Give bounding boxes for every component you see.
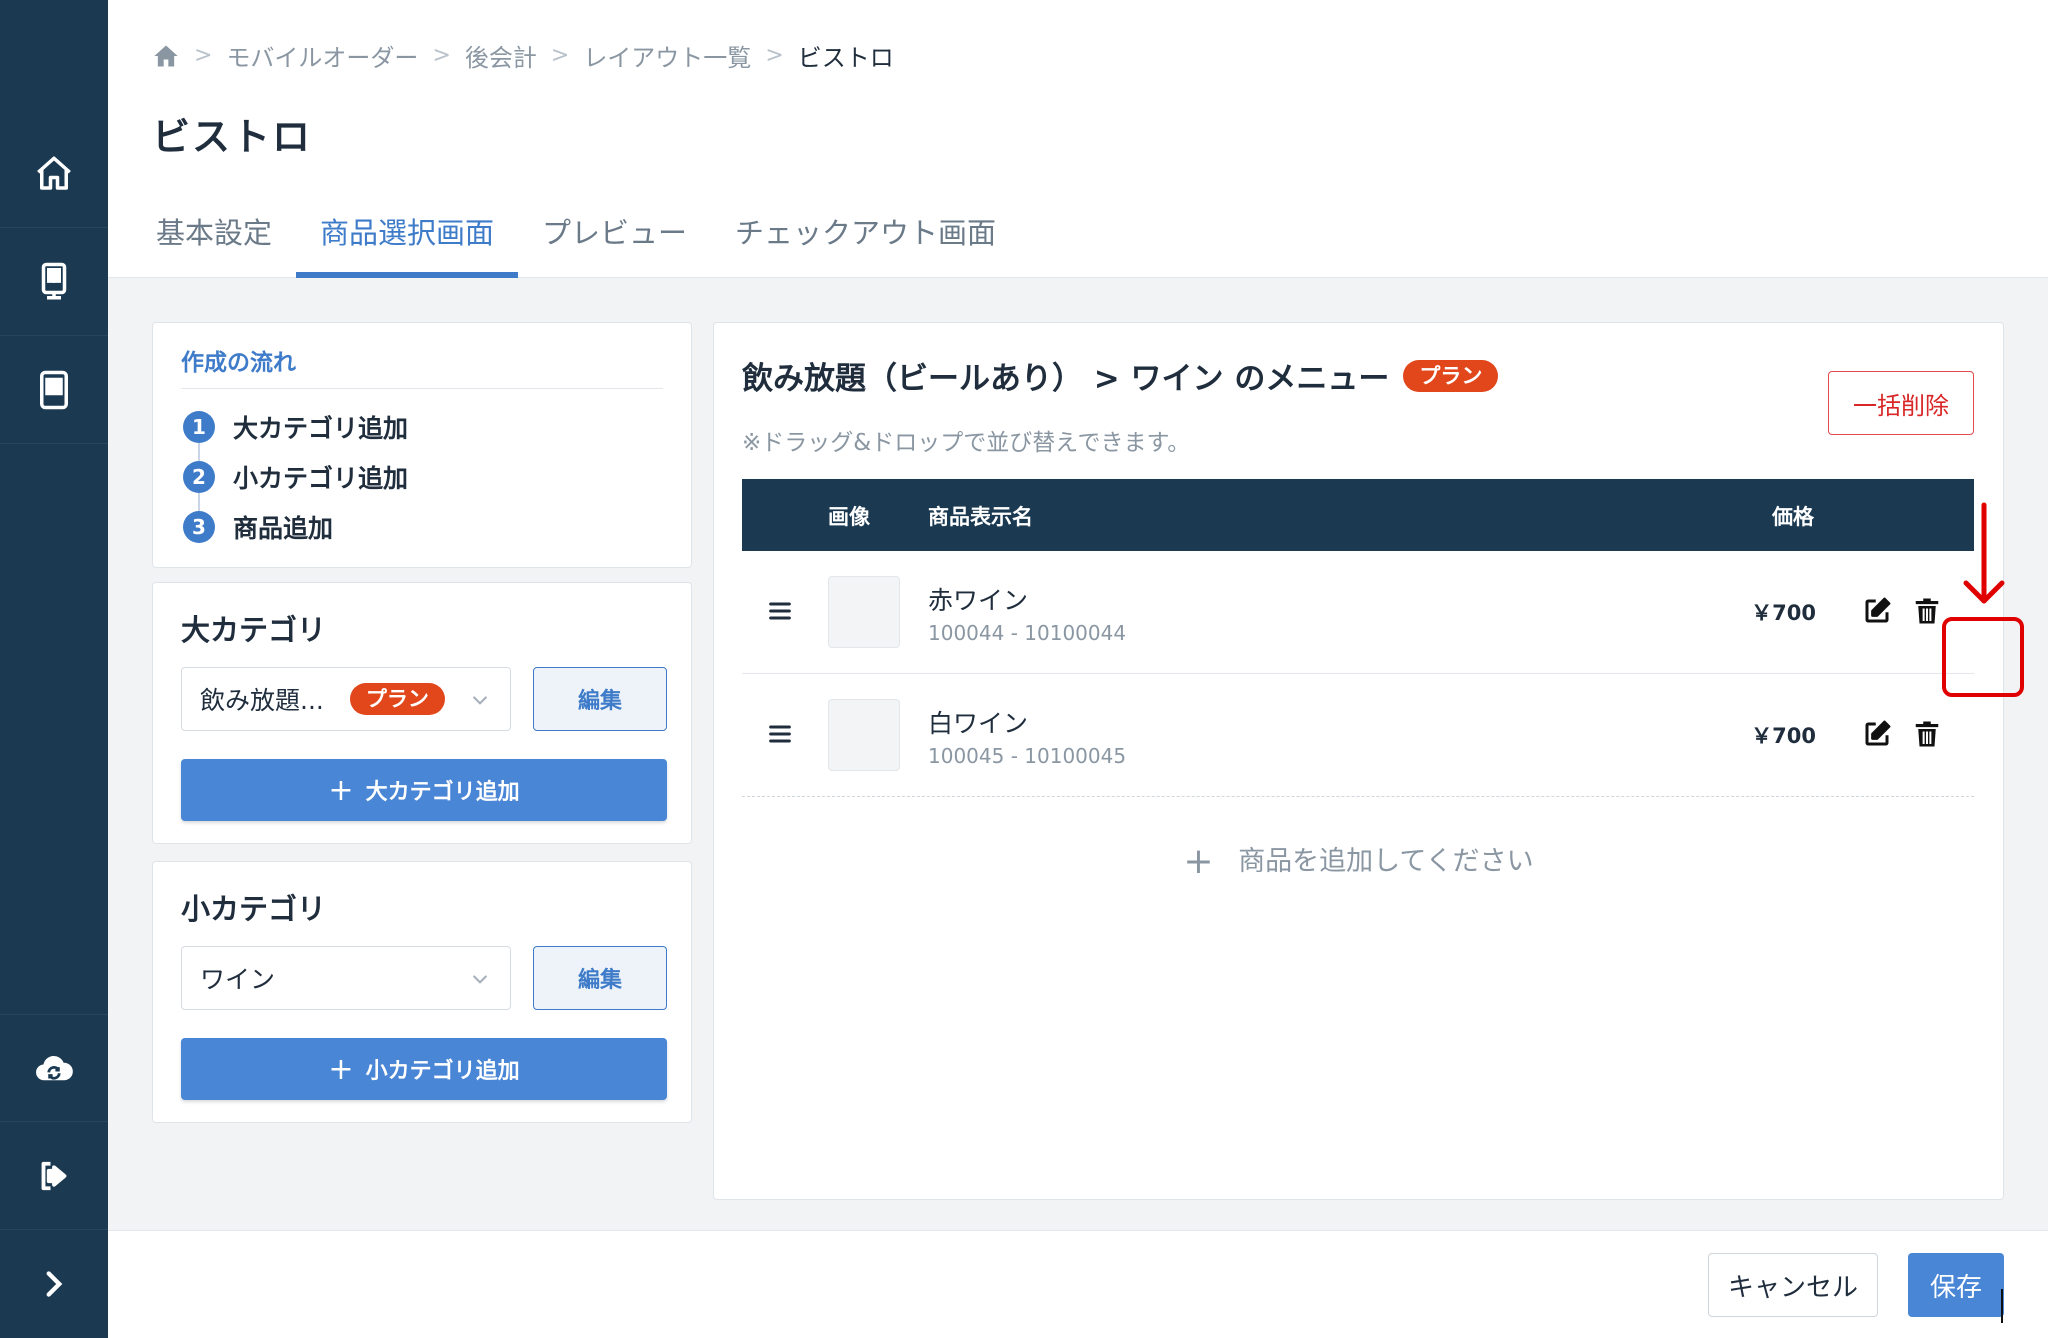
flow-step: 1 大カテゴリ追加	[183, 409, 408, 445]
minor-category-select[interactable]: ワイン	[181, 946, 511, 1010]
trash-icon	[1915, 721, 1939, 747]
table-header: 画像 商品表示名 価格	[742, 479, 1974, 551]
cloud-sync-icon	[36, 1055, 73, 1081]
tab-preview[interactable]: プレビュー	[518, 206, 711, 278]
minor-category-title: 小カテゴリ	[181, 892, 327, 926]
chevron-down-icon	[473, 696, 487, 705]
chevron-down-icon	[473, 975, 487, 984]
delete-item-button[interactable]	[1908, 592, 1946, 630]
drag-hint: ※ドラッグ&ドロップで並び替えできます。	[742, 430, 1191, 456]
major-category-select[interactable]: 飲み放題... プラン	[181, 667, 511, 731]
breadcrumb-separator: >	[550, 43, 570, 68]
tablet-icon	[40, 370, 68, 409]
home-icon	[37, 156, 71, 190]
tab-bar: 基本設定 商品選択画面 プレビュー チェックアウト画面	[132, 206, 1020, 278]
chevron-right-icon	[46, 1271, 63, 1297]
breadcrumb-separator: >	[765, 43, 784, 68]
cancel-button[interactable]: キャンセル	[1708, 1253, 1878, 1317]
breadcrumb-separator: >	[194, 43, 213, 68]
major-category-card: 大カテゴリ 飲み放題... プラン 編集 + 大カテゴリ追加	[152, 582, 692, 844]
minor-category-edit-button[interactable]: 編集	[533, 946, 667, 1010]
tab-checkout[interactable]: チェックアウト画面	[711, 206, 1020, 278]
menu-card: 飲み放題（ビールあり） > ワイン のメニュー プラン ※ドラッグ&ドロップで並…	[713, 322, 2024, 1200]
major-category-title: 大カテゴリ	[181, 613, 327, 647]
divider	[181, 388, 663, 389]
sidebar-kiosk-button[interactable]	[0, 228, 108, 336]
page-header: > モバイルオーダー > 後会計 > レイアウト一覧 > ビストロ ビストロ 基…	[108, 0, 2048, 278]
product-price: ￥700	[1751, 601, 1816, 625]
product-code: 100045 - 10100045	[928, 744, 1127, 768]
tab-basic-settings[interactable]: 基本設定	[132, 206, 296, 278]
product-name: 赤ワイン	[928, 586, 1029, 615]
sidebar-home-button[interactable]	[0, 120, 108, 228]
major-category-edit-button[interactable]: 編集	[533, 667, 667, 731]
home-icon[interactable]	[152, 42, 180, 70]
minor-category-card: 小カテゴリ ワイン 編集 + 小カテゴリ追加	[152, 861, 692, 1123]
add-item-button[interactable]: + 商品を追加してください	[714, 839, 2003, 882]
kiosk-icon	[41, 262, 67, 299]
flow-step: 2 小カテゴリ追加	[183, 459, 408, 495]
column-header-image: 画像	[828, 505, 870, 529]
add-major-category-label: 大カテゴリ追加	[365, 780, 520, 805]
plan-badge: プラン	[1403, 359, 1499, 392]
hamburger-icon[interactable]	[766, 720, 794, 748]
text-cursor	[2001, 1289, 2003, 1323]
plus-icon: +	[328, 772, 354, 808]
edit-icon	[1865, 597, 1891, 623]
step-label: 商品追加	[233, 514, 334, 543]
product-image-placeholder	[828, 699, 900, 771]
main-content: 作成の流れ 1 大カテゴリ追加 2 小カテゴリ追加 3 商品追加 大カテゴリ 飲…	[108, 278, 2048, 1230]
page-title: ビストロ	[152, 115, 313, 159]
plus-icon: +	[328, 1051, 354, 1087]
step-number: 3	[183, 511, 215, 543]
edit-item-button[interactable]	[1858, 592, 1896, 630]
sidebar-sync-button[interactable]	[0, 1014, 108, 1122]
sidebar-logout-button[interactable]	[0, 1122, 108, 1230]
product-image-placeholder	[828, 576, 900, 648]
edit-icon	[1865, 720, 1891, 746]
sidebar-tablet-button[interactable]	[0, 336, 108, 444]
plus-icon: +	[1183, 841, 1214, 882]
flow-card: 作成の流れ 1 大カテゴリ追加 2 小カテゴリ追加 3 商品追加	[152, 322, 692, 568]
bulk-delete-button[interactable]: 一括削除	[1828, 371, 1974, 435]
footer-bar: キャンセル 保存	[108, 1230, 2048, 1338]
step-number: 2	[183, 461, 215, 493]
table-row[interactable]: 白ワイン 100045 - 10100045 ￥700	[742, 674, 1974, 797]
tab-product-selection[interactable]: 商品選択画面	[296, 206, 519, 278]
breadcrumb-separator: >	[432, 43, 451, 68]
breadcrumb-link-layout-list[interactable]: レイアウト一覧	[583, 38, 751, 73]
step-label: 大カテゴリ追加	[233, 414, 409, 443]
menu-title: 飲み放題（ビールあり） > ワイン のメニュー プラン	[742, 353, 1499, 398]
major-category-selected: 飲み放題...	[200, 686, 324, 715]
logout-icon	[41, 1161, 67, 1190]
flow-step: 3 商品追加	[183, 509, 333, 545]
breadcrumb-current: ビストロ	[797, 44, 894, 72]
product-code: 100044 - 10100044	[928, 621, 1127, 645]
flow-title: 作成の流れ	[181, 350, 296, 376]
step-label: 小カテゴリ追加	[233, 464, 409, 493]
save-button[interactable]: 保存	[1908, 1253, 2004, 1317]
menu-title-text: 飲み放題（ビールあり） > ワイン のメニュー	[742, 361, 1390, 397]
add-major-category-button[interactable]: + 大カテゴリ追加	[181, 759, 667, 821]
column-header-price: 価格	[1772, 505, 1814, 529]
trash-icon	[1915, 598, 1939, 624]
add-minor-category-label: 小カテゴリ追加	[365, 1059, 520, 1084]
table-row[interactable]: 赤ワイン 100044 - 10100044 ￥700	[742, 551, 1974, 674]
edit-item-button[interactable]	[1858, 715, 1896, 753]
product-name: 白ワイン	[928, 709, 1029, 738]
add-minor-category-button[interactable]: + 小カテゴリ追加	[181, 1038, 667, 1100]
add-item-label: 商品を追加してください	[1238, 846, 1534, 877]
delete-item-button[interactable]	[1908, 715, 1946, 753]
column-header-name: 商品表示名	[928, 505, 1033, 529]
product-price: ￥700	[1751, 724, 1816, 748]
breadcrumb: > モバイルオーダー > 後会計 > レイアウト一覧 > ビストロ	[152, 38, 894, 73]
plan-badge: プラン	[349, 683, 445, 715]
breadcrumb-link-post-payment[interactable]: 後会計	[465, 38, 537, 73]
sidebar-expand-button[interactable]	[0, 1230, 108, 1338]
sidebar	[0, 0, 108, 1338]
breadcrumb-link-mobile-order[interactable]: モバイルオーダー	[226, 38, 418, 73]
minor-category-selected: ワイン	[200, 965, 276, 994]
hamburger-icon[interactable]	[766, 597, 794, 625]
step-number: 1	[183, 411, 215, 443]
